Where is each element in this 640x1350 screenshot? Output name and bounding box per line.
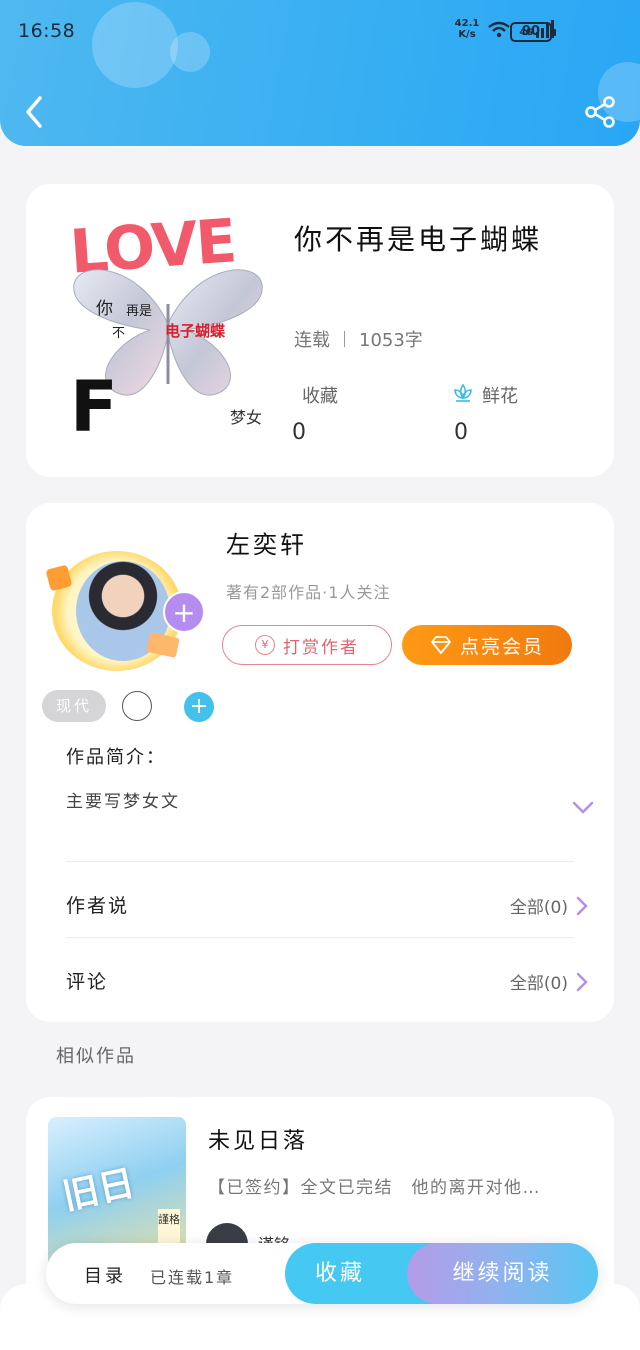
empty-tag-circle[interactable] xyxy=(122,691,152,721)
similar-section-title: 相似作品 xyxy=(56,1046,136,1067)
book-word-count: 1053字 xyxy=(359,330,423,351)
author-says-label[interactable]: 作者说 xyxy=(66,891,129,918)
author-avatar[interactable]: + xyxy=(45,547,205,675)
cover-text: 再是 xyxy=(126,304,153,319)
tip-author-label: 打赏作者 xyxy=(283,637,359,658)
similar-work-desc: 【已签约】全文已完结 他的离开对他… xyxy=(208,1178,541,1198)
header-banner: 16:58 42.1 K/s 4G 90 xyxy=(0,0,640,146)
book-title: 你不再是电子蝴蝶 xyxy=(294,223,543,256)
toc-status: 已连载1章 xyxy=(150,1268,235,1287)
wifi-icon xyxy=(488,21,511,38)
diamond-icon xyxy=(431,636,451,654)
chevron-left-icon[interactable] xyxy=(20,92,52,132)
book-info-card: LOVE 你 再是 不 电子蝴蝶 F 梦女 你不再是电子蝴蝶 连载 1053字 … xyxy=(26,184,614,477)
tip-author-button[interactable]: ¥ 打赏作者 xyxy=(222,625,392,665)
battery-icon: 90 xyxy=(510,22,556,42)
follow-author-button[interactable]: + xyxy=(163,591,205,633)
yen-icon: ¥ xyxy=(255,635,275,655)
chevron-down-icon[interactable] xyxy=(572,801,594,815)
meta-divider xyxy=(344,331,345,347)
book-meta: 连载 1053字 xyxy=(294,326,423,352)
favorites-label: 收藏 xyxy=(302,386,338,407)
net-speed: 42.1 K/s xyxy=(455,18,480,40)
book-status: 连载 xyxy=(294,330,330,351)
decor-bubble xyxy=(170,32,210,72)
cover-text: 旧日 xyxy=(59,1162,139,1218)
author-card: + 左奕轩 著有2部作品·1人关注 ¥ 打赏作者 点亮会员 现代 + 作品简介：… xyxy=(26,503,614,1022)
chevron-right-icon xyxy=(576,896,588,915)
comments-link[interactable]: 全部(0) xyxy=(510,969,588,994)
bottom-action-bar: 目录 已连载1章 收藏 继续阅读 xyxy=(46,1243,598,1304)
cover-text: 电子蝴蝶 xyxy=(165,322,226,340)
book-cover[interactable]: LOVE 你 再是 不 电子蝴蝶 F 梦女 xyxy=(70,212,266,448)
genre-tag[interactable]: 现代 xyxy=(42,690,106,722)
decor-bubble xyxy=(92,2,178,88)
author-stats: 著有2部作品·1人关注 xyxy=(226,583,391,602)
flowers-count: 0 xyxy=(454,420,468,445)
share-icon[interactable] xyxy=(582,94,618,130)
intro-text: 主要写梦女文 xyxy=(66,792,180,812)
continue-reading-button[interactable]: 继续阅读 xyxy=(407,1243,598,1304)
net-speed-value: 42.1 xyxy=(454,18,480,29)
vip-button[interactable]: 点亮会员 xyxy=(402,625,572,665)
cover-letter: F xyxy=(70,366,118,448)
favorites-count: 0 xyxy=(292,420,306,445)
divider xyxy=(66,861,574,862)
toc-button[interactable]: 目录 xyxy=(84,1262,126,1288)
intro-label: 作品简介： xyxy=(66,747,166,768)
comments-label[interactable]: 评论 xyxy=(66,967,108,994)
divider xyxy=(66,937,574,938)
chevron-right-icon xyxy=(576,972,588,991)
comments-count: 全部(0) xyxy=(509,974,568,994)
status-time: 16:58 xyxy=(18,20,76,42)
cover-text: 不 xyxy=(112,326,126,341)
cover-text: 梦女 xyxy=(230,408,263,427)
similar-work-title[interactable]: 未见日落 xyxy=(208,1123,308,1155)
vip-label: 点亮会员 xyxy=(459,635,544,658)
flowers-label: 鲜花 xyxy=(482,386,518,407)
lotus-icon xyxy=(454,383,472,402)
add-tag-button[interactable]: + xyxy=(184,692,214,722)
author-says-link[interactable]: 全部(0) xyxy=(510,893,588,918)
author-name[interactable]: 左奕轩 xyxy=(226,525,307,560)
author-says-count: 全部(0) xyxy=(509,898,568,918)
cover-text: 你 xyxy=(96,299,113,319)
net-speed-unit: K/s xyxy=(458,29,476,40)
